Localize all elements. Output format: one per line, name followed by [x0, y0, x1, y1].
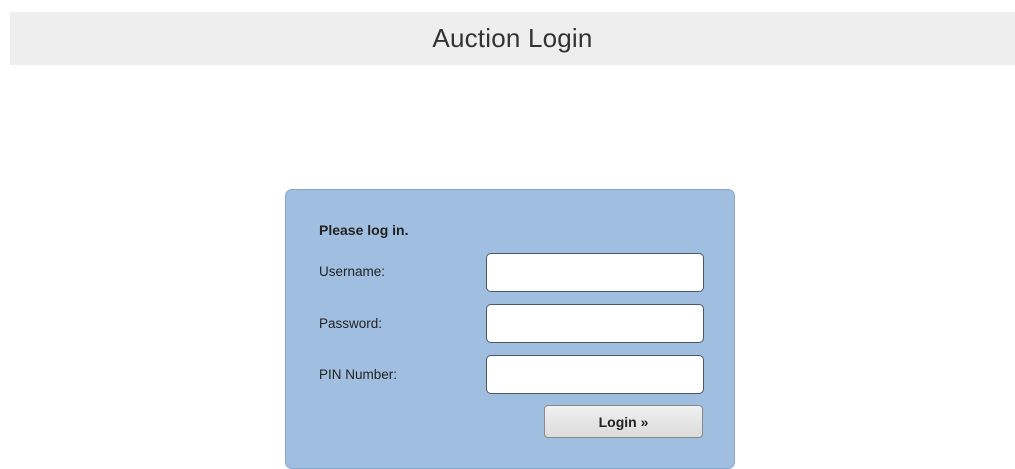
page-title: Auction Login	[432, 23, 593, 53]
login-heading: Please log in.	[319, 222, 409, 238]
password-label: Password:	[319, 316, 383, 331]
login-button[interactable]: Login »	[544, 405, 703, 438]
username-input[interactable]	[486, 253, 704, 292]
pin-number-label: PIN Number:	[319, 367, 398, 382]
pin-number-input[interactable]	[486, 355, 704, 394]
login-panel: Please log in. Username: Password: PIN N…	[285, 189, 735, 469]
username-label: Username:	[319, 264, 386, 279]
password-input[interactable]	[486, 304, 704, 343]
header-bar: Auction Login	[10, 12, 1015, 65]
